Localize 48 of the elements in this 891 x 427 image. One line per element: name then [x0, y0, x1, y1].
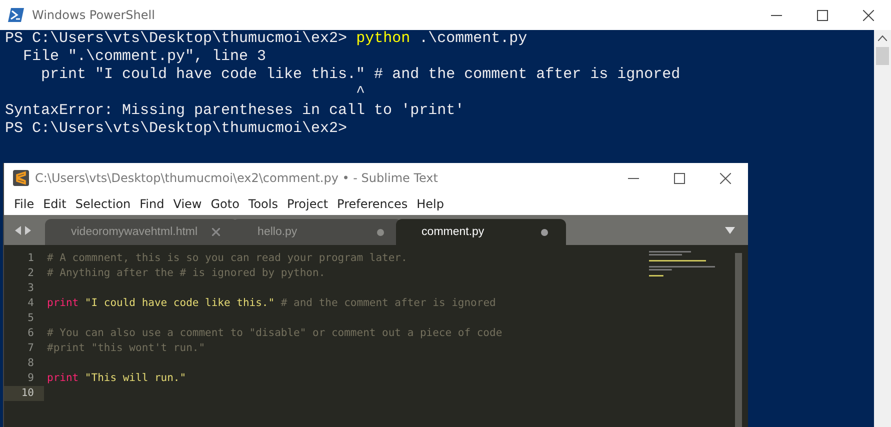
sublime-icon	[13, 170, 29, 186]
close-icon[interactable]	[862, 10, 874, 20]
maximize-icon[interactable]	[816, 10, 828, 20]
line-number: 1	[26, 251, 35, 266]
powershell-icon	[8, 8, 24, 22]
line-number: 9	[26, 371, 35, 386]
close-icon[interactable]	[720, 172, 730, 184]
window-title: C:\Users\vts\Desktop\thumucmoi\ex2\comment.py • - Sublime Text	[35, 171, 438, 185]
console-line: SyntaxError: Missing parentheses in call to 'print'	[5, 102, 464, 120]
scrollbar[interactable]	[735, 253, 742, 427]
line-number: 4	[26, 296, 35, 311]
menu-item[interactable]: View	[170, 197, 208, 211]
console-line: PS C:\Users\vts\Desktop\thumucmoi\ex2> python .\comment.py	[5, 30, 528, 48]
code-line: #print "this wont't run."	[46, 341, 206, 356]
menu-item[interactable]: File	[11, 197, 40, 211]
menu-item[interactable]: Edit	[40, 197, 72, 211]
console-line: PS C:\Users\vts\Desktop\thumucmoi\ex2>	[5, 120, 348, 138]
menu-item[interactable]: Preferences	[334, 197, 414, 211]
tab-back-icon[interactable]	[15, 226, 21, 234]
line-number: 10	[4, 386, 44, 401]
console-line: ^	[355, 84, 366, 102]
editor-tab[interactable]: comment.py	[396, 219, 566, 245]
menu-item[interactable]: Tools	[245, 197, 284, 211]
menu-item[interactable]: Find	[136, 197, 170, 211]
scroll-up-icon[interactable]	[878, 35, 887, 41]
menu-item[interactable]: Project	[284, 197, 334, 211]
code-line: print "I could have code like this." # and the comment after is ignored	[46, 296, 496, 311]
menu-item[interactable]: Selection	[72, 197, 137, 211]
window-title: Windows PowerShell	[32, 8, 155, 22]
scrollbar-thumb[interactable]	[876, 47, 889, 65]
line-number: 5	[26, 311, 35, 326]
line-number: 3	[26, 281, 35, 296]
scrollbar[interactable]	[874, 30, 891, 427]
console-line: File ".\comment.py", line 3	[22, 48, 266, 66]
maximize-icon[interactable]	[674, 172, 684, 184]
code-line: # A commnent, this is so you can read your program later.	[46, 251, 408, 266]
line-number: 7	[26, 341, 35, 356]
code-line: # Anything after the # is ignored by python.	[46, 266, 326, 281]
console-line: print "I could have code like this." # and the comment after is ignored	[40, 66, 680, 84]
menu-item[interactable]: Goto	[208, 197, 246, 211]
menu-item[interactable]: Help	[414, 197, 450, 211]
dropdown-icon[interactable]	[725, 227, 735, 234]
code-line: print "This will run."	[46, 371, 186, 386]
tab-forward-icon[interactable]	[25, 226, 31, 234]
line-number: 6	[26, 326, 35, 341]
line-number: 2	[26, 266, 35, 281]
line-number: 8	[26, 356, 35, 371]
code-line: # You can also use a comment to "disable" or comment out a piece of code	[46, 326, 502, 341]
